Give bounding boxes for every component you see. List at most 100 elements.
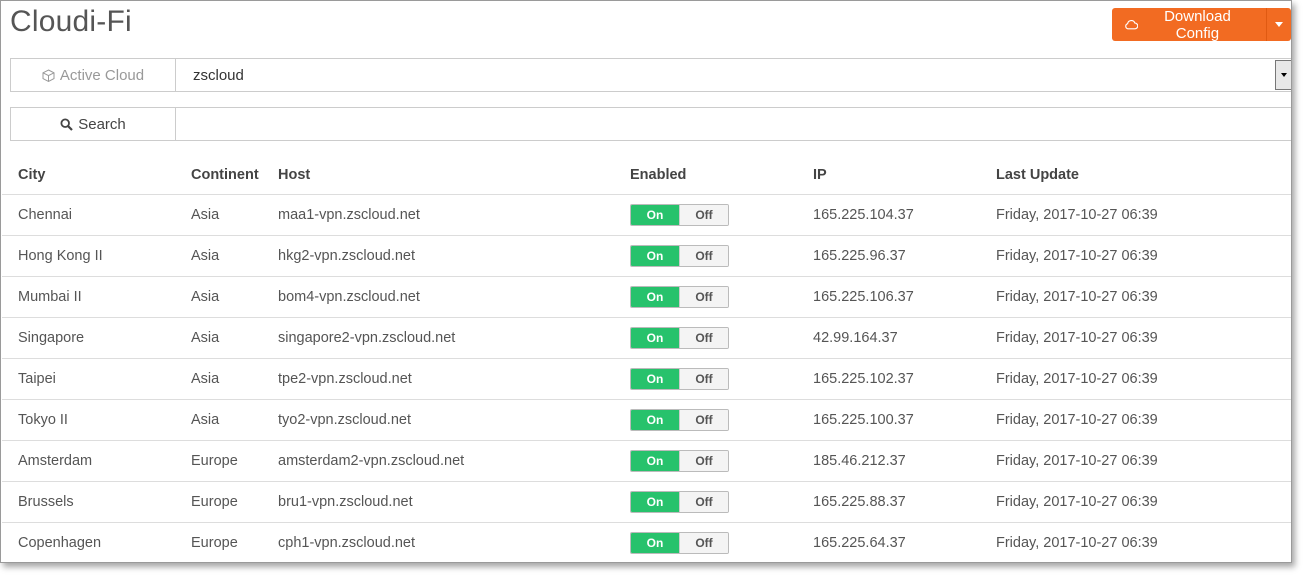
cell-enabled: On Off bbox=[630, 481, 813, 523]
table-row: Singapore Asia singapore2-vpn.zscloud.net O… bbox=[2, 317, 1291, 359]
download-dropdown-toggle[interactable] bbox=[1265, 8, 1291, 41]
cell-enabled: On Off bbox=[630, 194, 813, 236]
cell-host: amsterdam2-vpn.zscloud.net bbox=[278, 440, 630, 482]
cell-enabled: On Off bbox=[630, 358, 813, 400]
cell-ip: 165.225.102.37 bbox=[813, 358, 996, 400]
cell-ip: 165.225.106.37 bbox=[813, 276, 996, 318]
enabled-toggle[interactable]: On Off bbox=[630, 327, 729, 349]
toggle-on[interactable]: On bbox=[631, 328, 679, 348]
page-title: Cloudi-Fi bbox=[10, 5, 132, 38]
cell-last-update: Friday, 2017-10-27 06:39 bbox=[996, 399, 1291, 441]
enabled-toggle[interactable]: On Off bbox=[630, 409, 729, 431]
table-row: Brussels Europe bru1-vpn.zscloud.net On Off 1… bbox=[2, 481, 1291, 523]
header-continent[interactable]: Continent bbox=[191, 156, 278, 195]
download-config-button[interactable]: Download Config bbox=[1112, 7, 1266, 42]
search-input[interactable] bbox=[176, 108, 1291, 140]
download-config-group: Download Config bbox=[1112, 7, 1291, 42]
cell-city: Hong Kong II bbox=[2, 235, 191, 277]
table-row: Tokyo II Asia tyo2-vpn.zscloud.net On Off 165… bbox=[2, 399, 1291, 441]
cell-host: maa1-vpn.zscloud.net bbox=[278, 194, 630, 236]
toggle-on[interactable]: On bbox=[631, 451, 679, 471]
cell-city: Taipei bbox=[2, 358, 191, 400]
download-config-label: Download Config bbox=[1164, 7, 1231, 42]
enabled-toggle[interactable]: On Off bbox=[630, 491, 729, 513]
cube-icon bbox=[42, 68, 55, 82]
cell-ip: 165.225.104.37 bbox=[813, 194, 996, 236]
table-header-row: City Continent Host Enabled IP Last Upda… bbox=[2, 156, 1291, 195]
select-dropdown-arrow[interactable] bbox=[1275, 60, 1291, 90]
cell-last-update: Friday, 2017-10-27 06:39 bbox=[996, 358, 1291, 400]
cell-city: Copenhagen bbox=[2, 522, 191, 562]
cell-continent: Asia bbox=[191, 276, 278, 318]
header-enabled[interactable]: Enabled bbox=[630, 156, 813, 195]
cell-enabled: On Off bbox=[630, 317, 813, 359]
cell-ip: 165.225.64.37 bbox=[813, 522, 996, 562]
search-button[interactable]: Search bbox=[11, 108, 176, 140]
table-row: Hong Kong II Asia hkg2-vpn.zscloud.net On Of… bbox=[2, 235, 1291, 277]
cell-host: tpe2-vpn.zscloud.net bbox=[278, 358, 630, 400]
toggle-on[interactable]: On bbox=[631, 287, 679, 307]
enabled-toggle[interactable]: On Off bbox=[630, 450, 729, 472]
toggle-on[interactable]: On bbox=[631, 369, 679, 389]
enabled-toggle[interactable]: On Off bbox=[630, 245, 729, 267]
cell-last-update: Friday, 2017-10-27 06:39 bbox=[996, 235, 1291, 277]
toggle-off[interactable]: Off bbox=[679, 369, 728, 389]
cell-enabled: On Off bbox=[630, 440, 813, 482]
toggle-on[interactable]: On bbox=[631, 205, 679, 225]
cell-host: singapore2-vpn.zscloud.net bbox=[278, 317, 630, 359]
servers-table: City Continent Host Enabled IP Last Upda… bbox=[2, 156, 1291, 562]
cell-last-update: Friday, 2017-10-27 06:39 bbox=[996, 481, 1291, 523]
toggle-off[interactable]: Off bbox=[679, 246, 728, 266]
toggle-on[interactable]: On bbox=[631, 246, 679, 266]
cell-last-update: Friday, 2017-10-27 06:39 bbox=[996, 194, 1291, 236]
toggle-on[interactable]: On bbox=[631, 410, 679, 430]
header-ip[interactable]: IP bbox=[813, 156, 996, 195]
cloud-icon bbox=[1125, 20, 1139, 30]
search-row: Search bbox=[10, 107, 1291, 141]
toggle-off[interactable]: Off bbox=[679, 328, 728, 348]
cell-city: Tokyo II bbox=[2, 399, 191, 441]
table-row: Amsterdam Europe amsterdam2-vpn.zscloud.ne… bbox=[2, 440, 1291, 482]
table-row: Copenhagen Europe cph1-vpn.zscloud.net On Of… bbox=[2, 522, 1291, 562]
enabled-toggle[interactable]: On Off bbox=[630, 204, 729, 226]
enabled-toggle[interactable]: On Off bbox=[630, 532, 729, 554]
cell-city: Singapore bbox=[2, 317, 191, 359]
toggle-off[interactable]: Off bbox=[679, 451, 728, 471]
cell-host: bru1-vpn.zscloud.net bbox=[278, 481, 630, 523]
toggle-on[interactable]: On bbox=[631, 533, 679, 553]
cell-host: cph1-vpn.zscloud.net bbox=[278, 522, 630, 562]
cell-last-update: Friday, 2017-10-27 06:39 bbox=[996, 440, 1291, 482]
table-row: Chennai Asia maa1-vpn.zscloud.net On Off 165.… bbox=[2, 194, 1291, 236]
cell-continent: Asia bbox=[191, 194, 278, 236]
cell-continent: Europe bbox=[191, 440, 278, 482]
toggle-off[interactable]: Off bbox=[679, 492, 728, 512]
cell-ip: 185.46.212.37 bbox=[813, 440, 996, 482]
enabled-toggle[interactable]: On Off bbox=[630, 368, 729, 390]
cell-enabled: On Off bbox=[630, 399, 813, 441]
toggle-on[interactable]: On bbox=[631, 492, 679, 512]
chevron-down-icon bbox=[1280, 73, 1287, 77]
header-host[interactable]: Host bbox=[278, 156, 630, 195]
app-window: Cloudi-Fi Download Config Active Cloud z… bbox=[0, 0, 1292, 563]
cell-continent: Europe bbox=[191, 522, 278, 562]
cell-continent: Asia bbox=[191, 317, 278, 359]
enabled-toggle[interactable]: On Off bbox=[630, 286, 729, 308]
cell-last-update: Friday, 2017-10-27 06:39 bbox=[996, 522, 1291, 562]
active-cloud-label: Active Cloud bbox=[59, 66, 145, 84]
cell-last-update: Friday, 2017-10-27 06:39 bbox=[996, 276, 1291, 318]
cell-enabled: On Off bbox=[630, 276, 813, 318]
header-last-update[interactable]: Last Update bbox=[996, 156, 1291, 195]
table-row: Taipei Asia tpe2-vpn.zscloud.net On Off 165.2… bbox=[2, 358, 1291, 400]
toggle-off[interactable]: Off bbox=[679, 533, 728, 553]
cell-ip: 165.225.96.37 bbox=[813, 235, 996, 277]
header-city[interactable]: City bbox=[2, 156, 191, 195]
cell-continent: Asia bbox=[191, 235, 278, 277]
toggle-off[interactable]: Off bbox=[679, 205, 728, 225]
toggle-off[interactable]: Off bbox=[679, 287, 728, 307]
toggle-off[interactable]: Off bbox=[679, 410, 728, 430]
active-cloud-select[interactable]: zscloud bbox=[176, 59, 1291, 91]
cell-host: bom4-vpn.zscloud.net bbox=[278, 276, 630, 318]
active-cloud-label-addon: Active Cloud bbox=[11, 59, 176, 91]
cell-continent: Asia bbox=[191, 358, 278, 400]
cell-ip: 42.99.164.37 bbox=[813, 317, 996, 359]
